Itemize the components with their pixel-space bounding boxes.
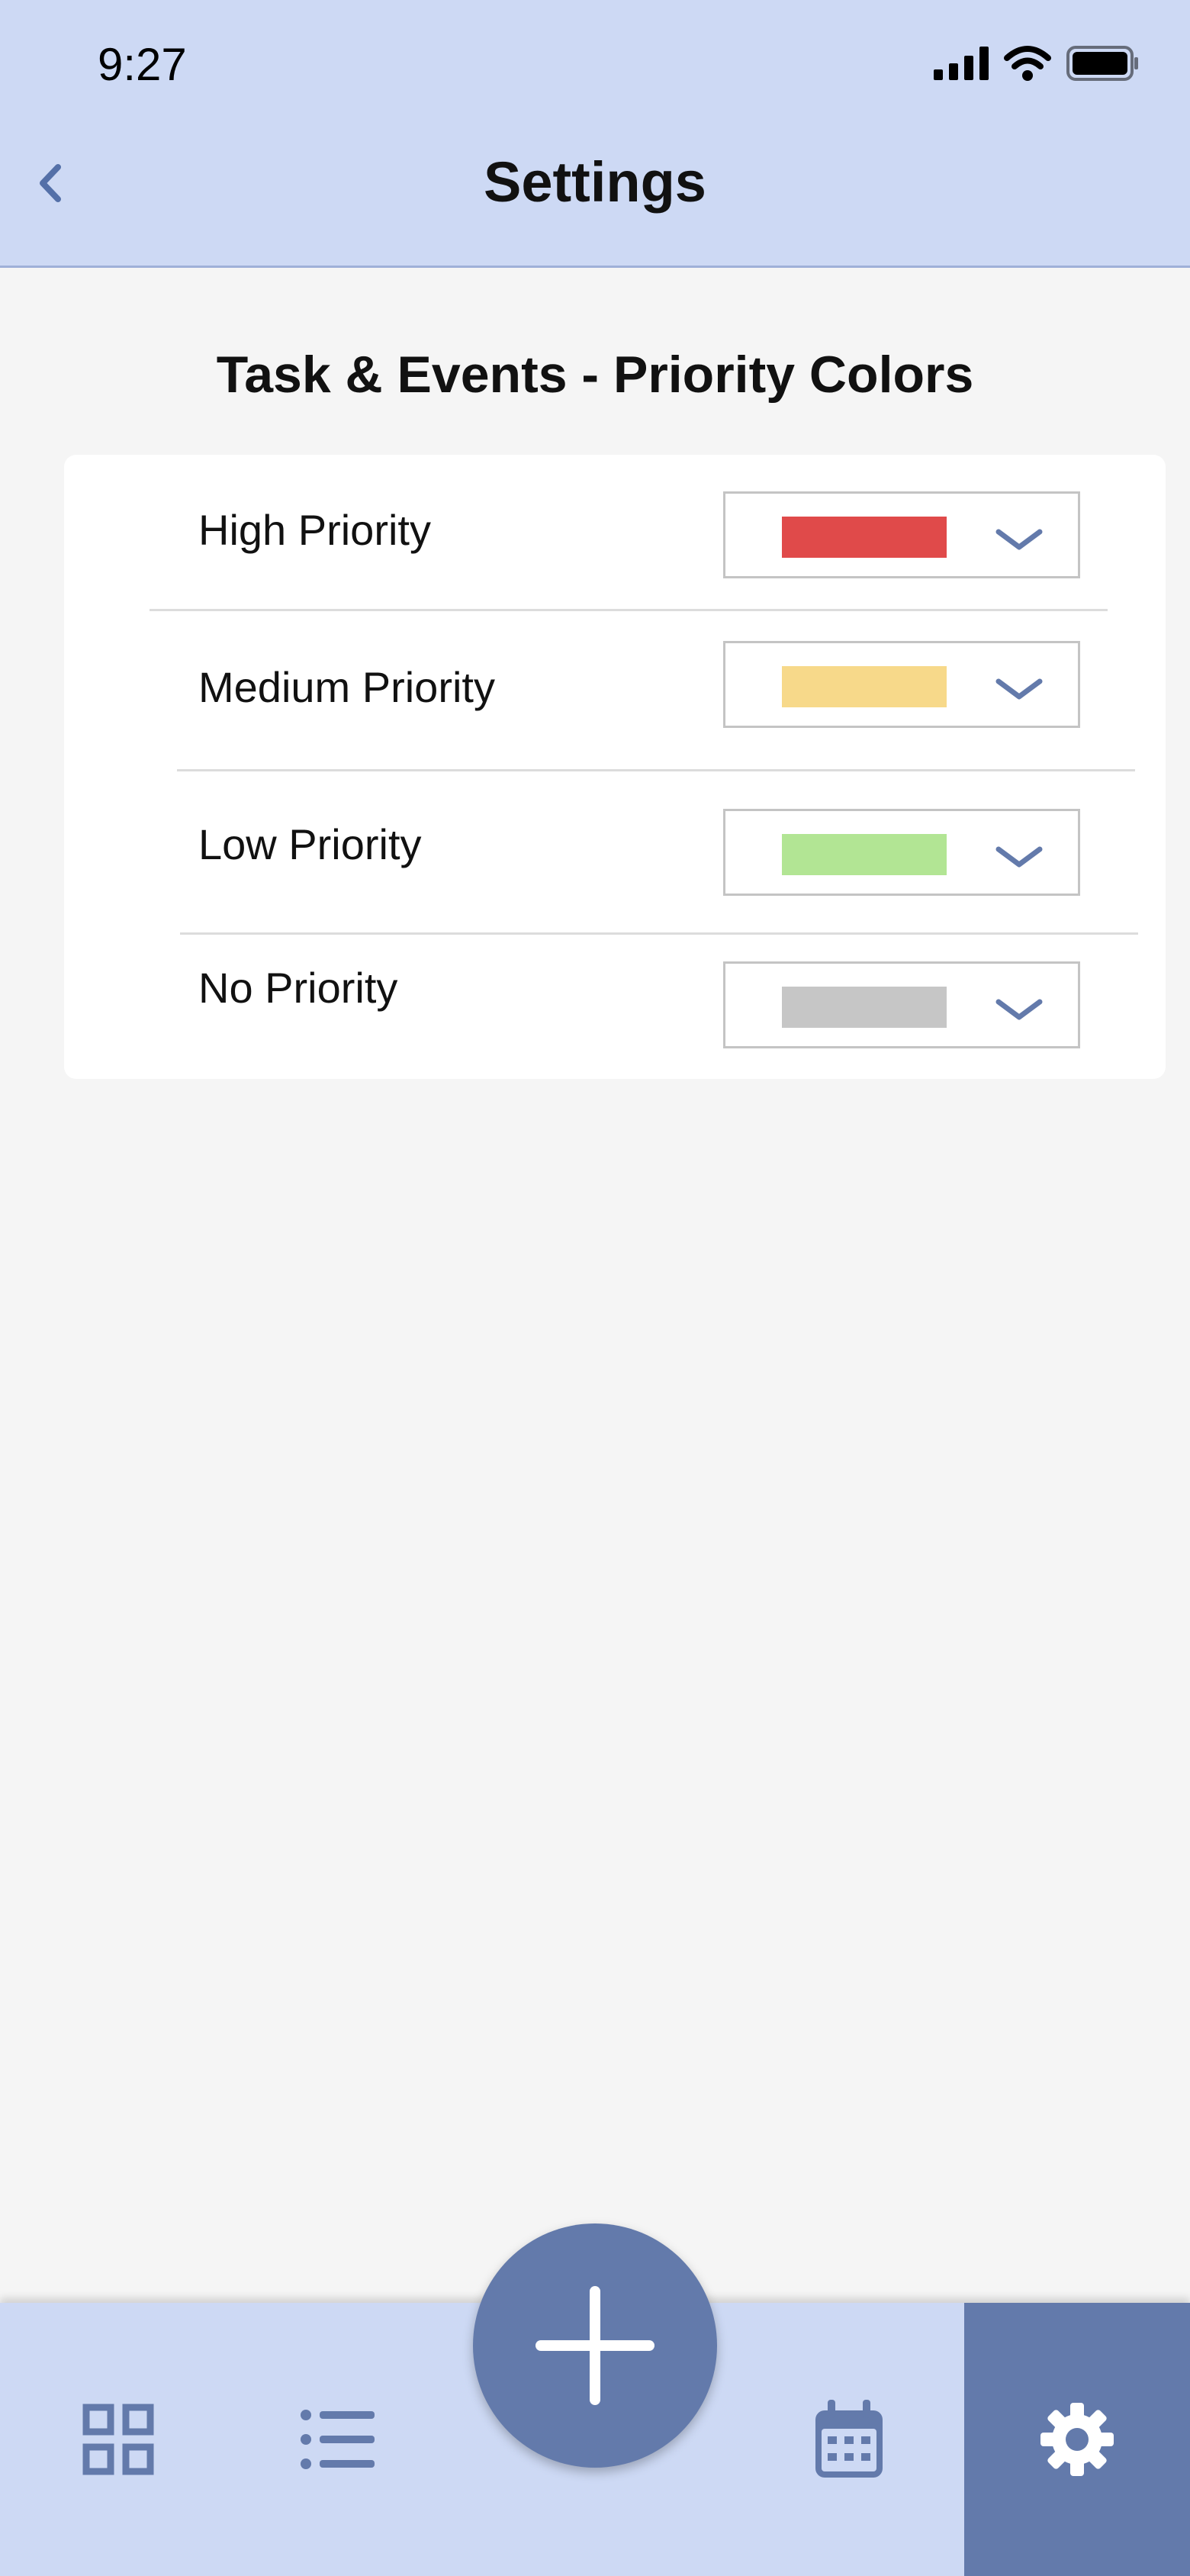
calendar-icon: [815, 2400, 883, 2478]
wifi-icon: [1004, 46, 1051, 81]
priority-label-medium: Medium Priority: [198, 663, 495, 711]
status-time: 9:27: [98, 39, 187, 90]
nav-settings[interactable]: [964, 2303, 1190, 2576]
list-icon: [301, 2410, 375, 2469]
low-priority-color-select[interactable]: [723, 809, 1080, 896]
priority-colors-card: High Priority Medium Priority Low Priori…: [64, 455, 1166, 1079]
nav-list[interactable]: [236, 2303, 439, 2576]
priority-label-high: High Priority: [198, 506, 431, 554]
status-icons: [934, 46, 1140, 81]
no-priority-color-select[interactable]: [723, 961, 1080, 1048]
row-divider: [150, 609, 1108, 611]
chevron-down-icon: [995, 678, 1043, 700]
color-swatch-medium: [782, 666, 947, 707]
chevron-down-icon: [995, 846, 1043, 868]
color-swatch-high: [782, 517, 947, 558]
color-swatch-none: [782, 987, 947, 1028]
add-icon: [536, 2286, 654, 2405]
row-divider: [177, 769, 1135, 771]
app-header: 9:27 Settings: [0, 0, 1190, 268]
nav-calendar[interactable]: [755, 2303, 943, 2576]
row-divider: [180, 932, 1138, 935]
page-title: Settings: [484, 150, 706, 214]
high-priority-color-select[interactable]: [723, 491, 1080, 578]
priority-label-low: Low Priority: [198, 820, 422, 868]
battery-icon: [1066, 46, 1138, 81]
add-button[interactable]: [473, 2223, 717, 2468]
section-title: Task & Events - Priority Colors: [216, 346, 974, 404]
medium-priority-color-select[interactable]: [723, 641, 1080, 728]
signal-icon: [934, 47, 989, 80]
gear-icon: [1040, 2403, 1114, 2476]
priority-label-none: No Priority: [198, 964, 398, 1012]
chevron-down-icon: [995, 999, 1043, 1020]
chevron-down-icon: [995, 529, 1043, 550]
nav-dashboard[interactable]: [0, 2303, 236, 2576]
dashboard-grid-icon: [82, 2404, 154, 2475]
color-swatch-low: [782, 834, 947, 875]
